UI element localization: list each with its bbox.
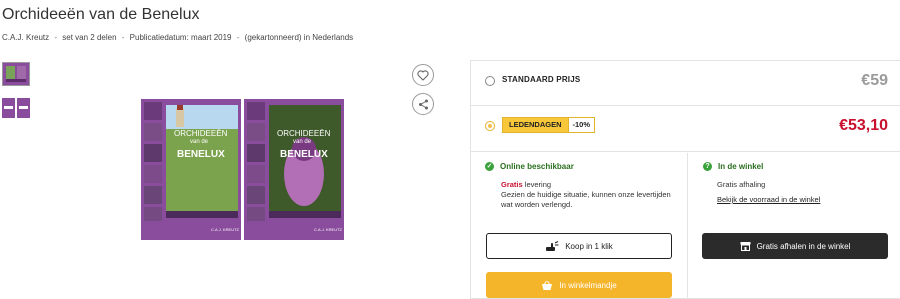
add-to-cart-button[interactable]: In winkelmandje (486, 272, 672, 298)
product-image[interactable]: ORCHIDEEËN van de BENELUX ORCHIDEEËN van… (141, 99, 344, 240)
member-price-option[interactable]: LEDENDAGEN -10% €53,10 (471, 106, 900, 152)
store-availability: ? In de winkel (703, 162, 763, 171)
publication-date: Publicatiedatum: maart 2019 (129, 33, 232, 42)
hand-click-icon (546, 240, 559, 251)
share-button[interactable] (412, 93, 434, 115)
member-price-radio[interactable] (485, 121, 495, 131)
author-link[interactable]: C.A.J. Kreutz (2, 33, 49, 42)
cover-author: C.A.J. KREUTZ (211, 227, 240, 232)
cover-title-top: ORCHIDEEËN (174, 129, 228, 138)
thumbnail-cover-set[interactable] (2, 62, 30, 86)
member-discount: -10% (567, 118, 595, 132)
meta-separator: - (54, 33, 58, 42)
column-divider (687, 153, 688, 299)
delivery-note: Gezien de huidige situatie, kunnen onze … (501, 190, 671, 209)
cover-title-mid: van de (190, 139, 209, 145)
online-availability: ✓ Online beschikbaar (485, 162, 574, 171)
standard-price-radio[interactable] (485, 76, 495, 86)
meta-separator: - (236, 33, 240, 42)
online-delivery-info: Gratis levering Gezien de huidige situat… (501, 180, 676, 210)
cover-title-top: ORCHIDEEËN (277, 129, 331, 138)
standard-price-option[interactable]: STANDAARD PRIJS €59 (471, 61, 900, 106)
store-icon (740, 242, 751, 251)
online-availability-title: Online beschikbaar (500, 162, 574, 171)
standard-price-value: €59 (861, 72, 888, 89)
basket-icon (542, 280, 553, 290)
set-info: set van 2 delen (62, 33, 117, 42)
product-title: Orchideeën van de Benelux (2, 6, 200, 23)
store-stock-link[interactable]: Bekijk de voorraad in de winkel (717, 195, 820, 204)
thumbnail-image (3, 63, 29, 85)
delivery-label: levering (524, 180, 552, 189)
member-price-value: €53,10 (839, 117, 888, 134)
favorite-button[interactable] (412, 64, 434, 86)
cover-title-main: BENELUX (280, 149, 328, 160)
question-icon: ? (703, 162, 712, 171)
check-icon: ✓ (485, 162, 494, 171)
share-icon (418, 99, 428, 109)
store-availability-title: In de winkel (718, 162, 764, 171)
buy-one-click-label: Koop in 1 klik (565, 241, 613, 251)
buy-one-click-button[interactable]: Koop in 1 klik (486, 233, 672, 259)
cover-author: C.A.J. KREUTZ (314, 227, 343, 232)
free-label: Gratis (501, 180, 523, 189)
meta-separator: - (121, 33, 125, 42)
cover-title-mid: van de (293, 139, 312, 145)
thumbnail-back[interactable] (2, 98, 30, 122)
standard-price-label: STANDAARD PRIJS (502, 75, 581, 84)
member-badge-label: LEDENDAGEN (503, 118, 568, 132)
cover-title-main: BENELUX (177, 149, 225, 160)
product-meta: C.A.J. Kreutz - set van 2 delen - Public… (2, 33, 356, 42)
pickup-store-button[interactable]: Gratis afhalen in de winkel (702, 233, 888, 259)
add-to-cart-label: In winkelmandje (559, 280, 617, 290)
binding-language: (gekartonneerd) in Nederlands (244, 33, 354, 42)
store-pickup-info: Gratis afhaling (717, 180, 766, 189)
purchase-panel: STANDAARD PRIJS €59 LEDENDAGEN -10% €53,… (470, 60, 900, 299)
pickup-store-label: Gratis afhalen in de winkel (756, 241, 851, 251)
member-badge: LEDENDAGEN -10% (502, 117, 596, 133)
thumbnail-image (2, 98, 30, 118)
heart-icon (417, 69, 429, 81)
